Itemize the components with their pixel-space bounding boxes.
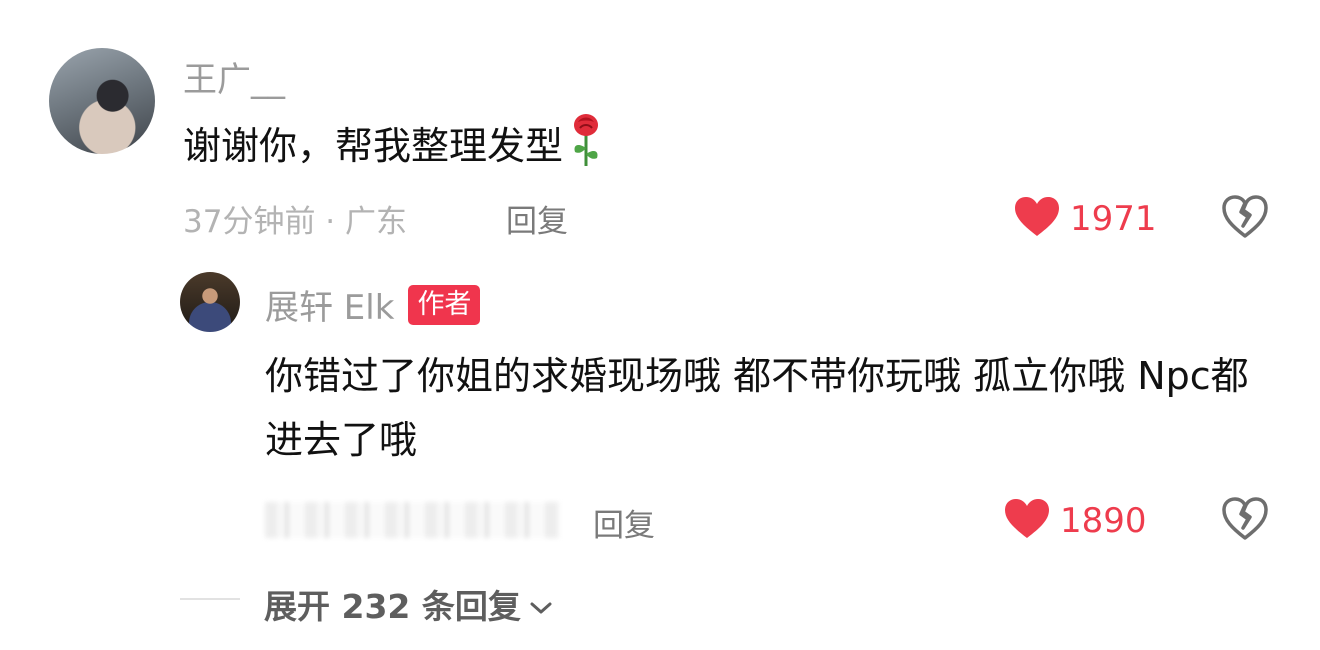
reply-reply-button[interactable]: 回复: [593, 500, 655, 545]
like-count: 1971: [1070, 199, 1157, 239]
reply-author-row: 展轩 Elk 作者: [265, 280, 481, 329]
dislike-button[interactable]: [1222, 195, 1268, 243]
comment-text: 谢谢你，帮我整理发型: [183, 112, 603, 185]
reply-button[interactable]: 回复: [506, 196, 568, 241]
broken-heart-icon: [1222, 195, 1268, 243]
chevron-down-icon: [529, 585, 553, 624]
comment-meta: 37分钟前 · 广东: [183, 204, 408, 240]
reply-avatar[interactable]: [180, 272, 240, 332]
reply-meta-redacted: [265, 502, 560, 538]
broken-heart-icon: [1222, 497, 1268, 545]
expand-replies-button[interactable]: 展开 232 条回复: [264, 580, 553, 628]
avatar[interactable]: [49, 48, 155, 154]
comment-text-body: 谢谢你，帮我整理发型: [183, 124, 564, 168]
reply-text: 你错过了你姐的求婚现场哦 都不带你玩哦 孤立你哦 Npc都进去了哦: [265, 354, 1249, 462]
like-button[interactable]: 1971: [1014, 196, 1157, 242]
heart-icon: [1004, 498, 1050, 544]
reply-like-button[interactable]: 1890: [1004, 498, 1147, 544]
reply-like-count: 1890: [1060, 501, 1147, 541]
divider: [180, 598, 240, 600]
reply-username[interactable]: 展轩 Elk: [265, 280, 394, 329]
comment-username[interactable]: 王广__: [183, 52, 285, 101]
rose-icon: [569, 112, 603, 185]
expand-label: 展开 232 条回复: [264, 587, 521, 626]
reply-dislike-button[interactable]: [1222, 497, 1268, 545]
author-badge: 作者: [408, 284, 481, 325]
heart-icon: [1014, 196, 1060, 242]
